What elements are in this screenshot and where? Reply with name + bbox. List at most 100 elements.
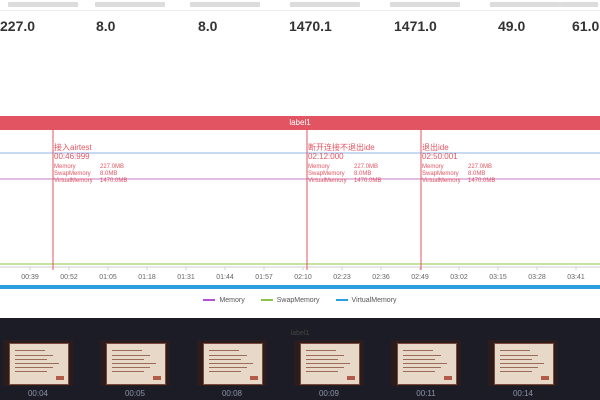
thumbnail-text-line — [209, 367, 247, 368]
event-title: 接入airtest — [54, 142, 93, 152]
event-marker[interactable]: 退出ide 02:50:001 Memory 227.0MB SwapMemor… — [420, 130, 495, 270]
event-field-label: SwapMemory — [54, 171, 91, 177]
screenshot-thumbnail[interactable] — [391, 340, 461, 386]
metric-value: 8.0 — [198, 18, 218, 34]
legend-label: Memory — [219, 296, 245, 304]
event-virtual-value: 1470.0MB — [354, 178, 381, 184]
thumbnail-time: 00:09 — [318, 389, 340, 398]
x-tick-label: 02:10 — [294, 274, 312, 281]
thumbnail-time: 00:08 — [221, 389, 243, 398]
metric-value: 61.0 — [572, 18, 600, 34]
thumbnail-text-line — [15, 355, 53, 356]
screenshot-thumbnail[interactable] — [294, 340, 364, 386]
thumbnail-text-line — [112, 355, 150, 356]
thumbnail-text-line — [112, 371, 144, 372]
metric-value: 1471.0 — [394, 18, 437, 34]
x-axis-ticks: 00:39 00:52 01:05 01:18 01:31 01:44 01:57 02:10… — [21, 267, 585, 281]
event-memory-value: 227.0MB — [100, 164, 124, 170]
legend-label: SwapMemory — [276, 296, 320, 304]
event-virtual-value: 1470.0MB — [468, 178, 495, 184]
x-tick-label: 03:41 — [567, 274, 585, 281]
thumbnail-time: 00:04 — [27, 389, 49, 398]
timeline-scrollbar[interactable] — [0, 285, 600, 289]
screenshot-thumbnail[interactable] — [197, 340, 267, 386]
event-field-label: VirtualMemory — [54, 178, 93, 184]
event-time: 02:12:000 — [308, 152, 344, 161]
header-cell — [290, 2, 360, 7]
thumbnail-time: 00:05 — [124, 389, 146, 398]
header-cell — [95, 2, 165, 7]
event-field-label: SwapMemory — [308, 171, 345, 177]
event-memory-value: 227.0MB — [468, 164, 492, 170]
screenshot-thumbnail[interactable] — [100, 340, 170, 386]
legend-item-memory[interactable]: Memory — [203, 296, 245, 304]
legend-swatch — [203, 299, 216, 301]
thumbnail-text-line — [403, 367, 441, 368]
thumbnail-text-line — [306, 359, 338, 360]
top-header-strip — [0, 0, 600, 11]
metrics-row: 227.0 8.0 8.0 1470.1 1471.0 49.0 61.0 — [0, 14, 600, 42]
screenshot-thumbnail[interactable] — [3, 340, 73, 386]
thumbnail-time: 00:11 — [416, 389, 436, 398]
filmstrip-label: label1 — [290, 330, 310, 337]
legend-swatch — [335, 299, 348, 301]
thumbnail-text-line — [15, 363, 59, 364]
event-title: 退出ide — [422, 142, 449, 152]
thumbnail-button — [347, 376, 355, 380]
thumbnail-time: 00:14 — [512, 389, 534, 398]
x-tick-label: 01:18 — [138, 274, 156, 281]
thumbnail-text-line — [403, 371, 435, 372]
x-tick-label: 03:02 — [450, 274, 468, 281]
thumbnail-text-line — [112, 350, 142, 351]
x-tick-label: 03:28 — [528, 274, 546, 281]
label-bar[interactable]: label1 — [0, 116, 600, 130]
thumbnail-text-line — [209, 363, 253, 364]
legend-swatch — [260, 299, 273, 301]
event-marker[interactable]: 断开连接不退出ide 02:12:000 Memory 227.0MB Swap… — [306, 130, 381, 270]
event-virtual-value: 1470.0MB — [100, 178, 127, 184]
thumbnail-text-line — [209, 355, 247, 356]
thumbnail-text-line — [403, 355, 441, 356]
header-cell — [390, 2, 460, 7]
thumbnail-button — [153, 376, 161, 380]
thumbnail-text-line — [112, 363, 156, 364]
thumbnail-document — [494, 343, 554, 385]
thumbnail-document — [9, 343, 69, 385]
x-tick-label: 01:31 — [177, 274, 195, 281]
event-marker[interactable]: 接入airtest 00:46:999 Memory 227.0MB SwapM… — [52, 130, 127, 270]
event-memory-value: 227.0MB — [354, 164, 378, 170]
legend-item-virtual-memory[interactable]: VirtualMemory — [335, 296, 397, 304]
thumbnail-text-line — [500, 350, 530, 351]
thumbnail-text-line — [15, 359, 47, 360]
event-swap-value: 8.0MB — [354, 171, 371, 177]
thumbnail-button — [541, 376, 549, 380]
screenshot-thumbnail[interactable] — [488, 340, 558, 386]
screenshot-filmstrip[interactable]: label1 00:04 00:05 00:08 00:09 00:11 00:14 — [0, 318, 600, 400]
metric-value: 8.0 — [96, 18, 116, 34]
event-field-label: Memory — [308, 164, 330, 170]
thumbnail-document — [397, 343, 457, 385]
x-tick-label: 00:39 — [21, 274, 39, 281]
memory-chart[interactable]: 00:39 00:52 01:05 01:18 01:31 01:44 01:57 02:10… — [0, 130, 600, 285]
thumbnail-text-line — [306, 350, 336, 351]
thumbnail-button — [444, 376, 452, 380]
thumbnail-text-line — [15, 350, 45, 351]
metric-value: 227.0 — [0, 18, 36, 34]
x-tick-label: 00:52 — [60, 274, 78, 281]
legend-label: VirtualMemory — [351, 296, 397, 304]
x-tick-label: 01:05 — [99, 274, 117, 281]
thumbnail-document — [300, 343, 360, 385]
event-swap-value: 8.0MB — [100, 171, 117, 177]
thumbnail-document — [203, 343, 263, 385]
thumbnail-button — [56, 376, 64, 380]
thumbnail-text-line — [306, 371, 338, 372]
event-title: 断开连接不退出ide — [308, 142, 375, 152]
x-tick-label: 03:15 — [489, 274, 507, 281]
x-tick-label: 02:49 — [411, 274, 429, 281]
event-field-label: Memory — [422, 164, 444, 170]
legend-item-swap-memory[interactable]: SwapMemory — [260, 296, 320, 304]
x-tick-label: 02:23 — [333, 274, 351, 281]
thumbnail-text-line — [209, 359, 241, 360]
thumbnail-text-line — [403, 363, 447, 364]
thumbnail-text-line — [306, 355, 344, 356]
